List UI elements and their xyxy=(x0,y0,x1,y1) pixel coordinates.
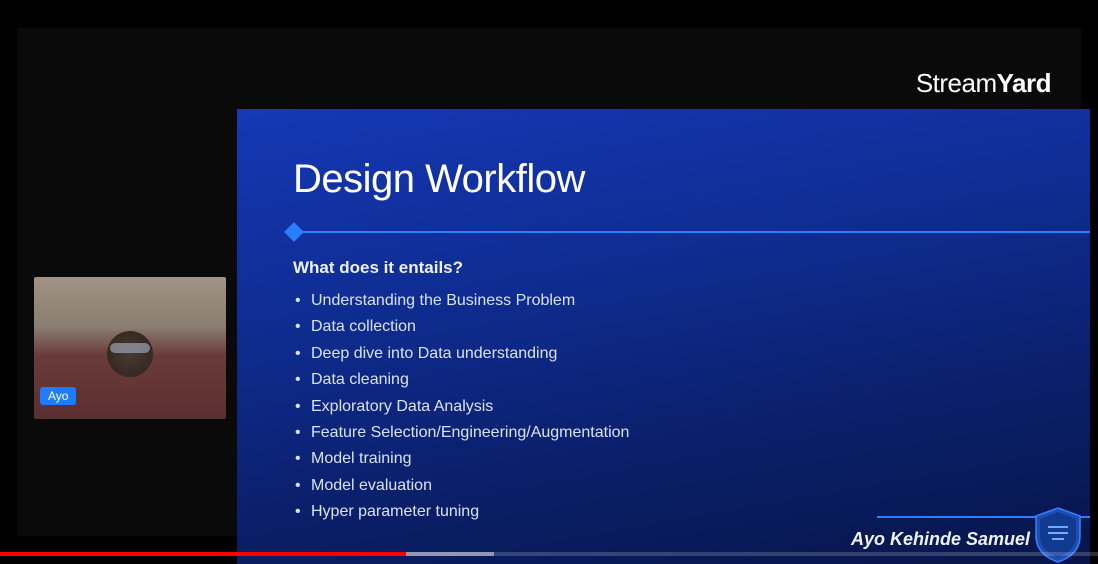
presenter-webcam: Ayo xyxy=(34,277,226,419)
presentation-slide: Design Workflow What does it entails? Un… xyxy=(237,109,1090,564)
slide-content: Design Workflow What does it entails? Un… xyxy=(237,109,1090,526)
stream-stage: StreamYard Ayo Design Workflow What does… xyxy=(17,28,1081,536)
divider-line xyxy=(299,231,1090,233)
slide-title: Design Workflow xyxy=(293,157,1034,202)
slide-subheading: What does it entails? xyxy=(293,258,1034,278)
list-item: Exploratory Data Analysis xyxy=(311,394,1034,420)
watermark-light: Stream xyxy=(916,68,997,98)
list-item: Data cleaning xyxy=(311,367,1034,393)
list-item: Understanding the Business Problem xyxy=(311,288,1034,314)
streamyard-watermark: StreamYard xyxy=(916,68,1051,99)
presenter-name-tag: Ayo xyxy=(40,387,76,405)
watermark-bold: Yard xyxy=(997,68,1051,98)
title-divider xyxy=(287,230,1034,234)
list-item: Feature Selection/Engineering/Augmentati… xyxy=(311,420,1034,446)
video-progress-played xyxy=(0,552,406,556)
list-item: Hyper parameter tuning xyxy=(311,499,1034,525)
slide-bullet-list: Understanding the Business Problem Data … xyxy=(293,288,1034,526)
list-item: Data collection xyxy=(311,314,1034,340)
list-item: Deep dive into Data understanding xyxy=(311,341,1034,367)
list-item: Model evaluation xyxy=(311,473,1034,499)
list-item: Model training xyxy=(311,446,1034,472)
slide-presenter-name: Ayo Kehinde Samuel xyxy=(851,529,1030,550)
